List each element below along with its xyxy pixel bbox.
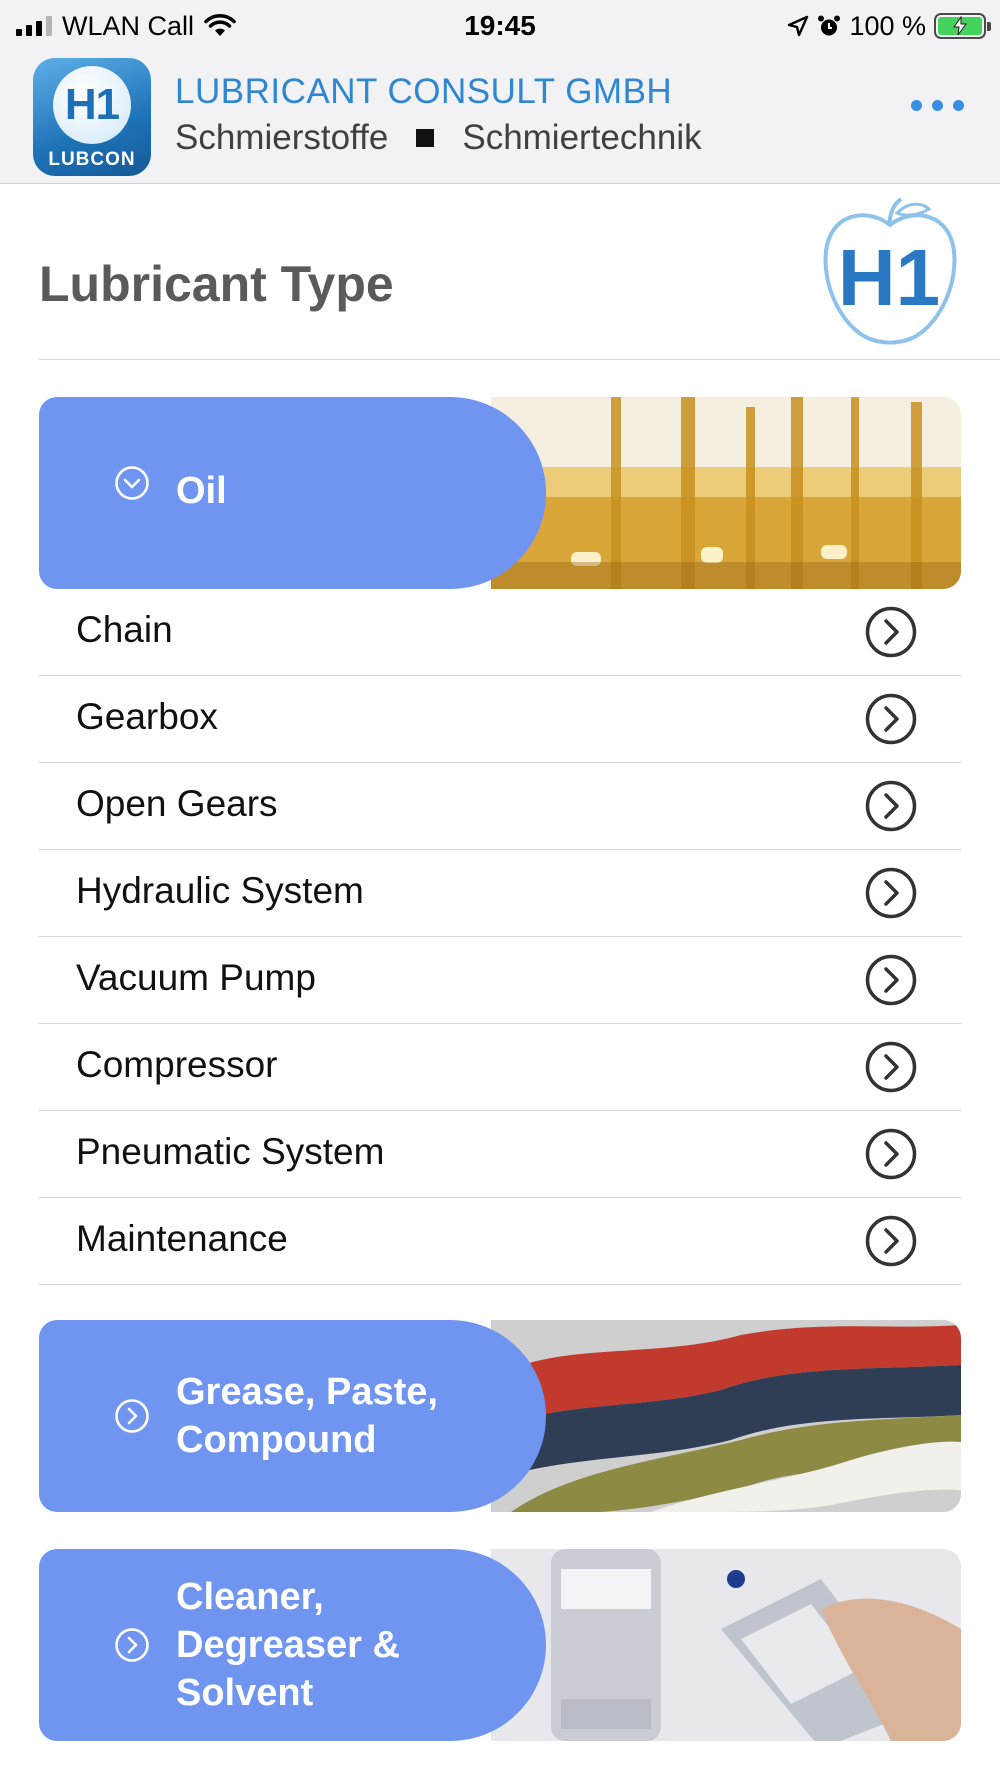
oil-subcategory-list: Chain Gearbox Open Gears Hydraulic Syste… [39, 589, 961, 1285]
category-label-line: Compound [176, 1419, 377, 1461]
logo-text: LUBCON [48, 149, 136, 170]
more-dots-icon[interactable] [911, 100, 964, 111]
company-name: LUBRICANT CONSULT GMBH [175, 72, 673, 111]
list-item-compressor[interactable]: Compressor [39, 1024, 961, 1111]
category-label-grease: Grease, Paste, Compound [176, 1368, 438, 1464]
chevron-down-circle-icon [115, 466, 149, 500]
chevron-right-circle-icon [865, 1128, 917, 1180]
status-right: 100 % [787, 10, 991, 42]
list-item-hydraulic-system[interactable]: Hydraulic System [39, 850, 961, 937]
list-item-open-gears[interactable]: Open Gears [39, 763, 961, 850]
item-label: Compressor [76, 1044, 278, 1085]
oil-label-area: Oil [39, 397, 546, 589]
list-item-maintenance[interactable]: Maintenance [39, 1198, 961, 1285]
item-label: Pneumatic System [76, 1131, 385, 1172]
category-label-oil: Oil [176, 470, 227, 512]
chevron-right-circle-icon [865, 780, 917, 832]
battery-tip [987, 22, 991, 31]
category-label-line: Cleaner, [176, 1576, 324, 1618]
list-item-chain[interactable]: Chain [39, 589, 961, 676]
item-label: Maintenance [76, 1218, 288, 1259]
bolt-icon [953, 16, 967, 36]
item-label: Gearbox [76, 696, 218, 737]
category-oil[interactable]: Oil [39, 397, 961, 589]
h1-badge-logo: H1 [823, 197, 957, 345]
item-label: Hydraulic System [76, 870, 364, 911]
chevron-right-circle-icon [865, 606, 917, 658]
category-grease-paste-compound[interactable]: Grease, Paste, Compound [39, 1320, 961, 1512]
separator-square [416, 129, 435, 147]
app-header: H1 LUBCON LUBRICANT CONSULT GMBH Schmier… [0, 52, 1000, 184]
battery-charging-icon [934, 13, 991, 39]
cleaner-image [491, 1549, 961, 1741]
alarm-icon [818, 15, 841, 36]
category-label-line: Solvent [176, 1672, 314, 1714]
grease-image [491, 1320, 961, 1512]
status-bar: WLAN Call 19:45 100 % [0, 0, 1000, 52]
chevron-right-circle-icon [865, 693, 917, 745]
category-cleaner-degreaser-solvent[interactable]: Cleaner, Degreaser & Solvent [39, 1549, 961, 1741]
chevron-right-circle-icon [115, 1628, 149, 1662]
chevron-right-circle-icon [865, 1215, 917, 1267]
page-title: Lubricant Type [39, 256, 394, 312]
item-label: Vacuum Pump [76, 957, 316, 998]
list-item-pneumatic-system[interactable]: Pneumatic System [39, 1111, 961, 1198]
chevron-right-circle-icon [865, 867, 917, 919]
category-label-cleaner: Cleaner, Degreaser & Solvent [176, 1573, 400, 1717]
chevron-right-circle-icon [115, 1399, 149, 1433]
location-arrow-icon [788, 15, 809, 37]
grease-label-area: Grease, Paste, Compound [39, 1320, 546, 1512]
list-item-vacuum-pump[interactable]: Vacuum Pump [39, 937, 961, 1024]
title-divider [39, 359, 1000, 360]
list-item-gearbox[interactable]: Gearbox [39, 676, 961, 763]
logo-mark: H1 [64, 80, 120, 129]
lubcon-logo[interactable]: H1 LUBCON [33, 58, 151, 176]
chevron-right-circle-icon [865, 1041, 917, 1093]
battery-percent: 100 % [849, 10, 926, 41]
oil-image [491, 397, 961, 589]
category-label-line: Degreaser & [176, 1624, 400, 1666]
subtitle-left: Schmierstoffe [175, 118, 389, 157]
company-subtitle: Schmierstoffe Schmiertechnik [175, 118, 702, 158]
chevron-right-circle-icon [865, 954, 917, 1006]
cleaner-label-area: Cleaner, Degreaser & Solvent [39, 1549, 546, 1741]
h1-badge-text: H1 [838, 233, 940, 322]
subtitle-right: Schmiertechnik [462, 118, 702, 157]
item-label: Open Gears [76, 783, 278, 824]
item-label: Chain [76, 609, 173, 650]
category-label-line: Grease, Paste, [176, 1371, 438, 1413]
